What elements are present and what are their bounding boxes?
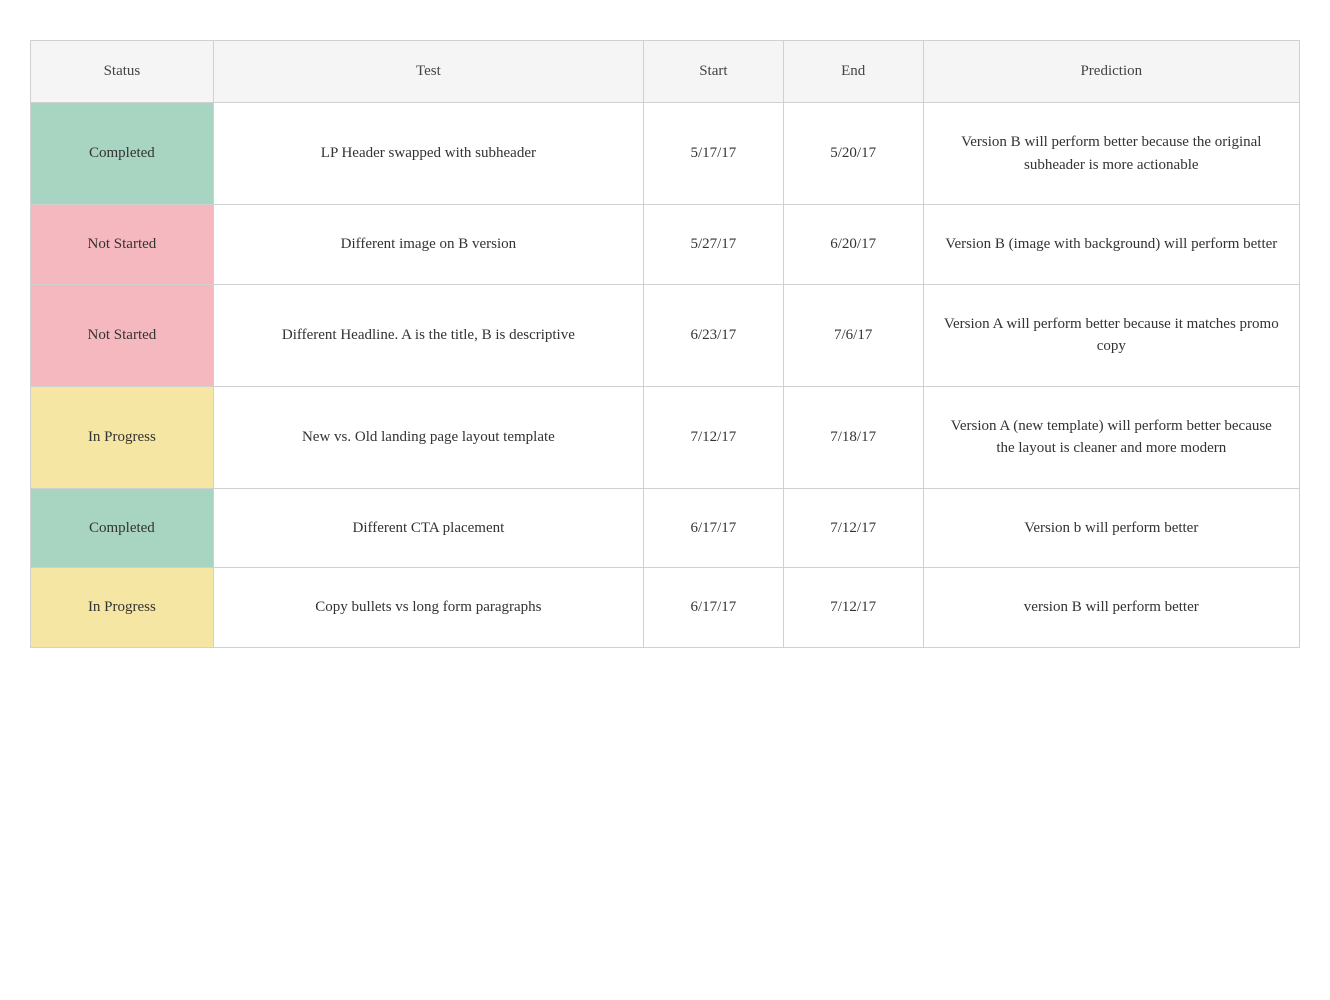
prediction-cell: Version B (image with background) will p… (923, 205, 1299, 285)
test-cell: Different CTA placement (213, 488, 643, 568)
header-start: Start (643, 41, 783, 103)
table-row: Not Started Different image on B version… (31, 205, 1300, 285)
test-cell: Different image on B version (213, 205, 643, 285)
test-cell: New vs. Old landing page layout template (213, 386, 643, 488)
test-cell: Copy bullets vs long form paragraphs (213, 568, 643, 648)
status-cell: Not Started (31, 205, 214, 285)
test-cell: Different Headline. A is the title, B is… (213, 284, 643, 386)
ab-test-table: Status Test Start End Prediction Complet… (30, 40, 1300, 648)
prediction-cell: Version B will perform better because th… (923, 103, 1299, 205)
start-cell: 6/23/17 (643, 284, 783, 386)
end-cell: 7/18/17 (783, 386, 923, 488)
start-cell: 5/27/17 (643, 205, 783, 285)
table-row: In Progress New vs. Old landing page lay… (31, 386, 1300, 488)
end-cell: 7/6/17 (783, 284, 923, 386)
status-cell: Completed (31, 103, 214, 205)
prediction-cell: Version A will perform better because it… (923, 284, 1299, 386)
status-cell: In Progress (31, 386, 214, 488)
end-cell: 5/20/17 (783, 103, 923, 205)
table-row: Completed Different CTA placement 6/17/1… (31, 488, 1300, 568)
test-cell: LP Header swapped with subheader (213, 103, 643, 205)
prediction-cell: Version A (new template) will perform be… (923, 386, 1299, 488)
start-cell: 6/17/17 (643, 568, 783, 648)
start-cell: 5/17/17 (643, 103, 783, 205)
header-test: Test (213, 41, 643, 103)
status-cell: In Progress (31, 568, 214, 648)
start-cell: 7/12/17 (643, 386, 783, 488)
prediction-cell: Version b will perform better (923, 488, 1299, 568)
prediction-cell: version B will perform better (923, 568, 1299, 648)
end-cell: 7/12/17 (783, 488, 923, 568)
header-end: End (783, 41, 923, 103)
table-header-row: Status Test Start End Prediction (31, 41, 1300, 103)
end-cell: 6/20/17 (783, 205, 923, 285)
header-status: Status (31, 41, 214, 103)
start-cell: 6/17/17 (643, 488, 783, 568)
header-prediction: Prediction (923, 41, 1299, 103)
end-cell: 7/12/17 (783, 568, 923, 648)
table-row: Not Started Different Headline. A is the… (31, 284, 1300, 386)
status-cell: Not Started (31, 284, 214, 386)
table-row: Completed LP Header swapped with subhead… (31, 103, 1300, 205)
table-row: In Progress Copy bullets vs long form pa… (31, 568, 1300, 648)
status-cell: Completed (31, 488, 214, 568)
